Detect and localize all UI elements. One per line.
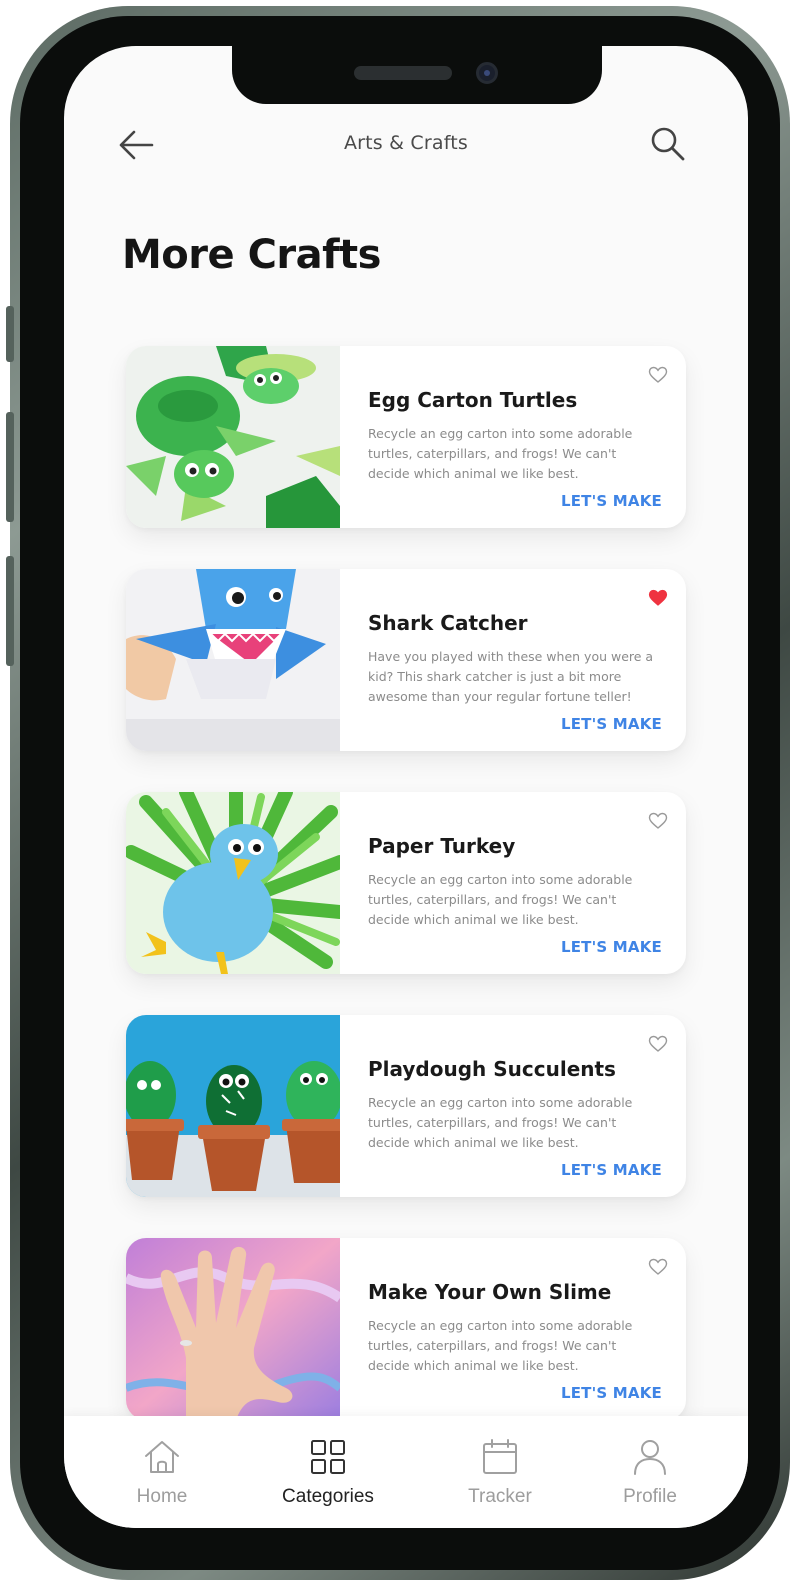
card-description: Recycle an egg carton into some adorable…: [368, 872, 633, 927]
notch: [232, 46, 602, 104]
card-title: Make Your Own Slime: [368, 1280, 612, 1304]
card-description: Recycle an egg carton into some adorable…: [368, 1318, 633, 1373]
card-body: Paper Turkey Recycle an egg carton into …: [368, 792, 668, 974]
craft-card[interactable]: Paper Turkey Recycle an egg carton into …: [126, 792, 686, 974]
home-icon: [145, 1441, 179, 1473]
volume-down-button: [6, 556, 14, 666]
card-body: Egg Carton Turtles Recycle an egg carton…: [368, 346, 668, 528]
craft-image-shark-catcher: [126, 569, 340, 751]
card-body: Playdough Succulents Recycle an egg cart…: [368, 1015, 668, 1197]
craft-card[interactable]: Egg Carton Turtles Recycle an egg carton…: [126, 346, 686, 528]
nav-label-tracker: Tracker: [468, 1486, 532, 1507]
top-bar: Arts & Crafts: [64, 118, 748, 172]
card-body: Shark Catcher Have you played with these…: [368, 569, 668, 751]
card-description: Recycle an egg carton into some adorable…: [368, 1095, 633, 1150]
user-icon: [634, 1440, 666, 1475]
card-description: Have you played with these when you were…: [368, 649, 654, 704]
bottom-navigation: Home Categories Tracker Profile: [64, 1416, 748, 1528]
craft-card[interactable]: Shark Catcher Have you played with these…: [126, 569, 686, 751]
card-description: Recycle an egg carton into some adorable…: [368, 426, 633, 481]
nav-item-tracker[interactable]: Tracker: [430, 1438, 570, 1518]
nav-label-categories: Categories: [282, 1486, 374, 1507]
nav-item-profile[interactable]: Profile: [580, 1438, 720, 1518]
volume-up-button: [6, 412, 14, 522]
lets-make-button[interactable]: LET'S MAKE: [561, 938, 662, 956]
nav-item-categories[interactable]: Categories: [258, 1438, 398, 1518]
lets-make-button[interactable]: LET'S MAKE: [561, 1161, 662, 1179]
craft-card[interactable]: Playdough Succulents Recycle an egg cart…: [126, 1015, 686, 1197]
card-title: Playdough Succulents: [368, 1057, 616, 1081]
craft-image-paper-turkey: [126, 792, 340, 974]
screen-title: Arts & Crafts: [343, 132, 469, 154]
nav-label-profile: Profile: [623, 1486, 677, 1507]
app-screen: Arts & Crafts More Crafts Egg Carton Tur…: [64, 46, 748, 1528]
card-title: Shark Catcher: [368, 611, 528, 635]
speaker-grille: [354, 66, 452, 80]
front-camera: [476, 62, 498, 84]
craft-card[interactable]: Make Your Own Slime Recycle an egg carto…: [126, 1238, 686, 1420]
calendar-icon: [483, 1439, 517, 1474]
card-title: Paper Turkey: [368, 834, 516, 858]
section-title: More Crafts: [122, 232, 381, 278]
search-icon[interactable]: [648, 124, 688, 164]
silent-switch: [6, 306, 14, 362]
craft-image-egg-carton-turtles: [126, 346, 340, 528]
grid-icon: [311, 1440, 345, 1474]
lets-make-button[interactable]: LET'S MAKE: [561, 715, 662, 733]
craft-image-playdough-succulents: [126, 1015, 340, 1197]
lets-make-button[interactable]: LET'S MAKE: [561, 492, 662, 510]
nav-item-home[interactable]: Home: [92, 1438, 232, 1518]
card-title: Egg Carton Turtles: [368, 388, 578, 412]
craft-image-slime: [126, 1238, 340, 1420]
nav-label-home: Home: [136, 1486, 188, 1507]
card-body: Make Your Own Slime Recycle an egg carto…: [368, 1238, 668, 1420]
lets-make-button[interactable]: LET'S MAKE: [561, 1384, 662, 1402]
